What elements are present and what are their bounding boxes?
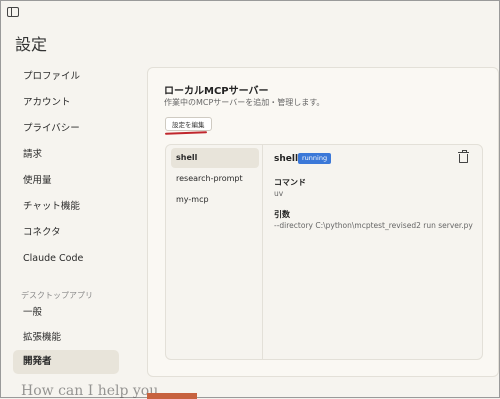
sidebar-item-chat-features[interactable]: チャット機能	[13, 195, 119, 219]
edit-config-button[interactable]: 設定を編集	[165, 117, 212, 131]
sidebar-item-general[interactable]: 一般	[13, 301, 119, 325]
command-label: コマンド	[274, 178, 306, 187]
page-title: 設定	[15, 35, 48, 54]
server-container: shell research-prompt my-mcp shell runni…	[165, 144, 483, 360]
sidebar-item-account[interactable]: アカウント	[13, 91, 119, 115]
args-value: --directory C:\python\mcptest_revised2 r…	[274, 221, 473, 230]
annotation-underline	[164, 131, 208, 135]
sidebar-item-privacy[interactable]: プライバシー	[13, 117, 119, 141]
background-prompt-text: How can I help you	[21, 383, 159, 399]
command-value: uv	[274, 189, 284, 198]
sidebar-toggle-icon[interactable]	[7, 7, 19, 17]
sidebar-item-extensions[interactable]: 拡張機能	[13, 326, 119, 350]
server-name: shell	[274, 154, 299, 164]
server-item-research-prompt[interactable]: research-prompt	[171, 169, 259, 189]
server-item-my-mcp[interactable]: my-mcp	[171, 190, 259, 210]
server-list: shell research-prompt my-mcp	[166, 145, 263, 359]
sidebar-item-profile[interactable]: プロファイル	[13, 65, 119, 89]
sidebar-item-connectors[interactable]: コネクタ	[13, 221, 119, 245]
server-item-shell[interactable]: shell	[171, 148, 259, 168]
sidebar-item-usage[interactable]: 使用量	[13, 169, 119, 193]
sidebar-item-claude-code[interactable]: Claude Code	[13, 247, 119, 271]
nav-section-label: デスクトップアプリ	[21, 291, 93, 300]
background-accent	[147, 393, 197, 399]
sidebar-item-billing[interactable]: 請求	[13, 143, 119, 167]
mcp-panel: ローカルMCPサーバー 作業中のMCPサーバーを追加・管理します。 設定を編集 …	[147, 67, 499, 377]
args-label: 引数	[274, 210, 290, 219]
trash-icon[interactable]	[458, 150, 469, 163]
server-detail: shell running コマンド uv 引数 --directory C:\…	[272, 145, 482, 359]
panel-subtitle: 作業中のMCPサーバーを追加・管理します。	[164, 98, 325, 107]
sidebar-item-developer[interactable]: 開発者	[13, 350, 119, 374]
status-badge: running	[298, 153, 332, 164]
settings-window: 設定 プロファイル アカウント プライバシー 請求 使用量 チャット機能 コネク…	[0, 0, 500, 399]
panel-title: ローカルMCPサーバー	[164, 86, 269, 97]
